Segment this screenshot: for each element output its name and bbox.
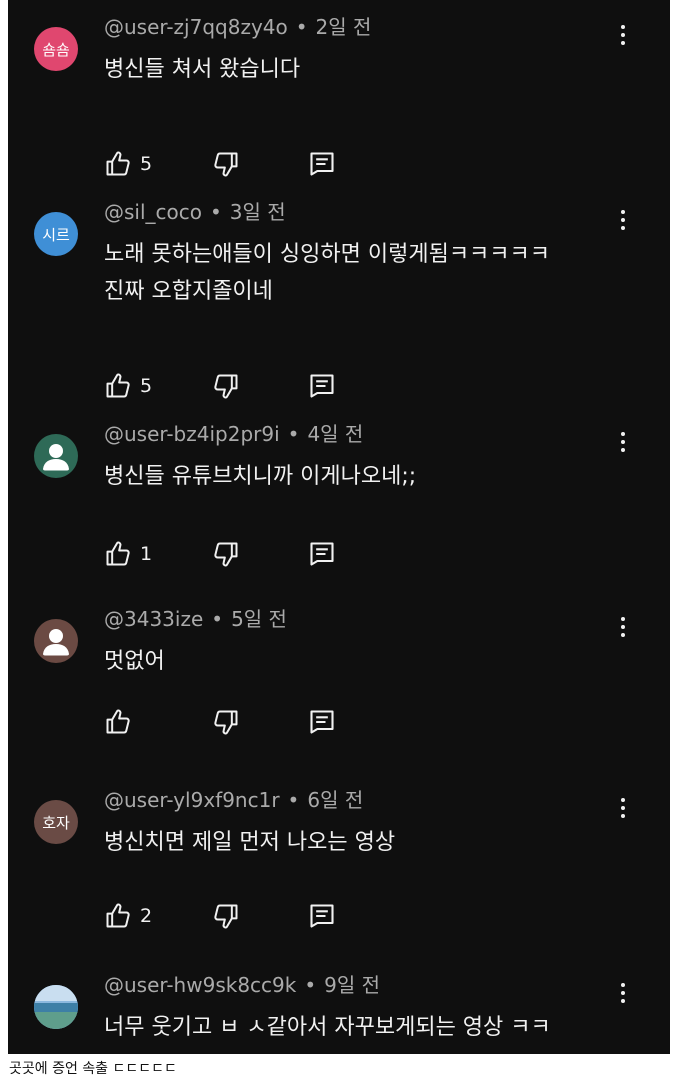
avatar-text: 숌숌 [42, 40, 70, 59]
like-button[interactable] [104, 705, 132, 739]
comment-line: 노래 못하는애들이 싱잉하면 이렇게됨ㅋㅋㅋㅋㅋ [104, 242, 551, 267]
more-options-icon[interactable] [608, 607, 638, 647]
thumbs-up-icon [106, 373, 130, 398]
comment-line: 병신들 유튜브치니까 이게나오네;; [104, 464, 417, 489]
thumbs-down-icon [214, 542, 238, 567]
comment-text: 병신치면 제일 먼저 나오는 영상 [104, 824, 624, 861]
like-count: 2 [140, 905, 153, 927]
comment-meta: @3433ize • 5일 전 [104, 605, 287, 633]
person-icon [43, 629, 69, 656]
separator-dot: • [304, 973, 317, 997]
comment-meta: @user-hw9sk8cc9k • 9일 전 [104, 971, 380, 999]
comment-actions: 5 [104, 369, 364, 403]
thumbs-up-icon [106, 709, 130, 734]
comment-text: 노래 못하는애들이 싱잉하면 이렇게됨ㅋㅋㅋㅋㅋ 진짜 오합지졸이네 [104, 236, 624, 310]
landscape-photo [34, 985, 78, 1029]
thumbs-up-icon [106, 903, 130, 928]
comment-meta: @sil_coco • 3일 전 [104, 198, 286, 226]
comment-meta: @user-zj7qq8zy4o • 2일 전 [104, 13, 371, 41]
dislike-button[interactable] [212, 705, 240, 739]
comment-text: 멋없어 [104, 643, 624, 680]
dislike-button[interactable] [212, 537, 240, 571]
separator-dot: • [287, 422, 300, 446]
reply-button[interactable] [308, 369, 336, 403]
comment-text: 너무 웃기고 ㅂ ㅅ같아서 자꾸보게되는 영상 ㅋㅋ [104, 1009, 624, 1046]
comment-time: 5일 전 [231, 607, 287, 631]
avatar[interactable]: 숌숌 [34, 27, 78, 71]
comment-author[interactable]: @3433ize [104, 607, 203, 631]
separator-dot: • [210, 200, 222, 224]
comment-author[interactable]: @user-hw9sk8cc9k [104, 973, 296, 997]
reply-button[interactable] [308, 705, 336, 739]
more-options-icon[interactable] [608, 15, 638, 55]
comment-line: 진짜 오합지졸이네 [104, 279, 273, 304]
comment-author[interactable]: @user-zj7qq8zy4o [104, 15, 288, 39]
reply-icon [310, 152, 334, 176]
comment-author[interactable]: @user-bz4ip2pr9i [104, 422, 280, 446]
comment-line: 병신들 쳐서 왔습니다 [104, 57, 301, 82]
more-options-icon[interactable] [608, 788, 638, 828]
comment-time: 3일 전 [229, 200, 286, 224]
comment-actions [104, 705, 364, 739]
comment-time: 6일 전 [307, 788, 364, 812]
more-options-icon[interactable] [608, 973, 638, 1013]
reply-icon [310, 374, 334, 398]
comment-time: 2일 전 [315, 15, 372, 39]
like-count: 1 [140, 543, 153, 565]
reply-icon [310, 542, 334, 566]
thumbs-down-icon [214, 374, 238, 399]
comment-time: 4일 전 [307, 422, 364, 446]
avatar-text: 시르 [42, 225, 70, 244]
separator-dot: • [287, 788, 300, 812]
caption: 곳곳에 증언 속출 ㄷㄷㄷㄷㄷ [9, 1061, 177, 1077]
comment-text: 병신들 쳐서 왔습니다 [104, 51, 624, 88]
comment-line: 멋없어 [104, 649, 165, 674]
like-button[interactable]: 5 [104, 147, 152, 181]
comment-text: 병신들 유튜브치니까 이게나오네;; [104, 458, 624, 495]
reply-button[interactable] [308, 899, 336, 933]
comment-line: 병신치면 제일 먼저 나오는 영상 [104, 830, 396, 855]
thumbs-down-icon [214, 152, 238, 177]
avatar[interactable]: 시르 [34, 212, 78, 256]
avatar[interactable]: 호자 [34, 800, 78, 844]
comment-author[interactable]: @sil_coco [104, 200, 202, 224]
comment-meta: @user-yl9xf9nc1r • 6일 전 [104, 786, 363, 814]
like-count: 5 [140, 375, 153, 397]
comment-line: 너무 웃기고 ㅂ ㅅ같아서 자꾸보게되는 영상 ㅋㅋ [104, 1015, 551, 1040]
dislike-button[interactable] [212, 147, 240, 181]
reply-icon [310, 904, 334, 928]
separator-dot: • [295, 15, 308, 39]
avatar[interactable] [34, 985, 78, 1029]
more-options-icon[interactable] [608, 422, 638, 462]
like-button[interactable]: 5 [104, 369, 152, 403]
person-icon [43, 444, 69, 471]
reply-button[interactable] [308, 537, 336, 571]
comments-panel: 숌숌 @user-zj7qq8zy4o • 2일 전병신들 쳐서 왔습니다 5 시르 @si… [8, 0, 670, 1054]
more-options-icon[interactable] [608, 200, 638, 240]
reply-button[interactable] [308, 147, 336, 181]
like-count: 5 [140, 153, 153, 175]
dislike-button[interactable] [212, 369, 240, 403]
comment-time: 9일 전 [324, 973, 381, 997]
thumbs-down-icon [214, 710, 238, 735]
thumbs-down-icon [214, 904, 238, 929]
comment-author[interactable]: @user-yl9xf9nc1r [104, 788, 280, 812]
separator-dot: • [211, 607, 224, 631]
thumbs-up-icon [106, 541, 130, 566]
like-button[interactable]: 1 [104, 537, 152, 571]
avatar[interactable] [34, 434, 78, 478]
comment-actions: 5 [104, 147, 364, 181]
avatar-text: 호자 [42, 813, 70, 832]
thumbs-up-icon [106, 151, 130, 176]
reply-icon [310, 710, 334, 734]
avatar[interactable] [34, 619, 78, 663]
like-button[interactable]: 2 [104, 899, 152, 933]
comment-meta: @user-bz4ip2pr9i • 4일 전 [104, 420, 363, 448]
comment-actions: 1 [104, 537, 364, 571]
comment-actions: 2 [104, 899, 364, 933]
dislike-button[interactable] [212, 899, 240, 933]
